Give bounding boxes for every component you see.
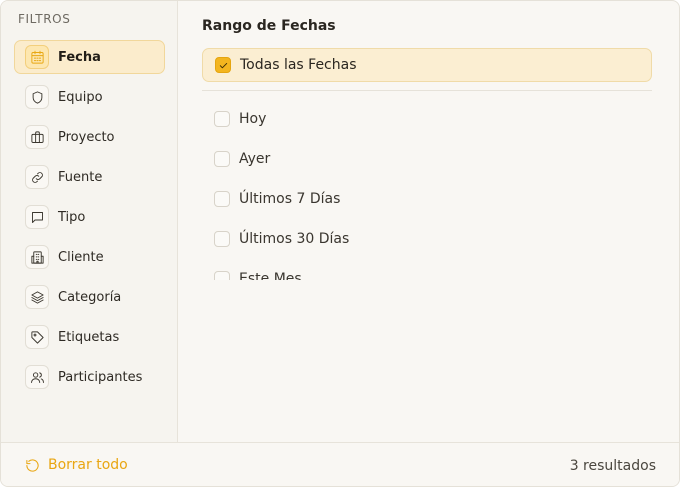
divider (202, 90, 652, 91)
option-last-30-days[interactable]: Últimos 30 Días (202, 219, 652, 259)
building-icon (25, 245, 49, 269)
sidebar-item-equipo[interactable]: Equipo (14, 80, 165, 114)
sidebar-item-label: Etiquetas (58, 329, 120, 345)
layers-icon (25, 285, 49, 309)
option-label: Ayer (239, 151, 271, 167)
message-square-icon (25, 205, 49, 229)
option-label: Todas las Fechas (240, 57, 357, 73)
sidebar-item-label: Tipo (58, 209, 86, 225)
date-range-options: Hoy Ayer Últimos 7 Días Últimos 30 Días … (202, 99, 652, 280)
sidebar-item-label: Categoría (58, 289, 122, 305)
rotate-ccw-icon (26, 458, 39, 472)
sidebar-title: FILTROS (18, 12, 71, 26)
checkbox[interactable] (214, 231, 230, 247)
option-label: Últimos 7 Días (239, 191, 341, 207)
sidebar-item-label: Proyecto (58, 129, 115, 145)
checkbox-checked[interactable] (215, 57, 231, 73)
option-all-dates[interactable]: Todas las Fechas (202, 48, 652, 82)
checkbox[interactable] (214, 191, 230, 207)
option-last-7-days[interactable]: Últimos 7 Días (202, 179, 652, 219)
sidebar-item-label: Fuente (58, 169, 103, 185)
sidebar-item-categoria[interactable]: Categoría (14, 280, 165, 314)
briefcase-icon (25, 125, 49, 149)
sidebar-item-label: Fecha (58, 49, 101, 65)
section-title: Rango de Fechas (202, 18, 336, 34)
option-label: Últimos 30 Días (239, 231, 350, 247)
sidebar-item-label: Participantes (58, 369, 143, 385)
filter-sidebar: FILTROS Fecha Equipo Proyecto Fuente Tip… (1, 1, 178, 442)
link-icon (25, 165, 49, 189)
clear-all-label: Borrar todo (48, 457, 128, 473)
option-label: Hoy (239, 111, 267, 127)
filter-options-pane: Rango de Fechas Todas las Fechas Hoy Aye… (179, 1, 679, 442)
sidebar-item-participantes[interactable]: Participantes (14, 360, 165, 394)
option-hoy[interactable]: Hoy (202, 99, 652, 139)
option-ayer[interactable]: Ayer (202, 139, 652, 179)
users-icon (25, 365, 49, 389)
sidebar-item-cliente[interactable]: Cliente (14, 240, 165, 274)
option-label: Este Mes (239, 271, 302, 280)
calendar-icon (25, 45, 49, 69)
sidebar-item-tipo[interactable]: Tipo (14, 200, 165, 234)
sidebar-item-fuente[interactable]: Fuente (14, 160, 165, 194)
check-icon (219, 62, 227, 68)
checkbox[interactable] (214, 271, 230, 280)
checkbox[interactable] (214, 151, 230, 167)
checkbox[interactable] (214, 111, 230, 127)
sidebar-item-label: Equipo (58, 89, 103, 105)
sidebar-item-etiquetas[interactable]: Etiquetas (14, 320, 165, 354)
sidebar-item-label: Cliente (58, 249, 104, 265)
sidebar-item-fecha[interactable]: Fecha (14, 40, 165, 74)
filter-panel: FILTROS Fecha Equipo Proyecto Fuente Tip… (0, 0, 680, 487)
filter-category-list: Fecha Equipo Proyecto Fuente Tipo Client… (14, 40, 165, 400)
filter-footer: Borrar todo 3 resultados (1, 442, 679, 486)
sidebar-item-proyecto[interactable]: Proyecto (14, 120, 165, 154)
results-count: 3 resultados (569, 458, 656, 474)
tag-icon (25, 325, 49, 349)
option-this-month[interactable]: Este Mes (202, 259, 652, 280)
shield-icon (25, 85, 49, 109)
clear-all-button[interactable]: Borrar todo (25, 457, 128, 473)
